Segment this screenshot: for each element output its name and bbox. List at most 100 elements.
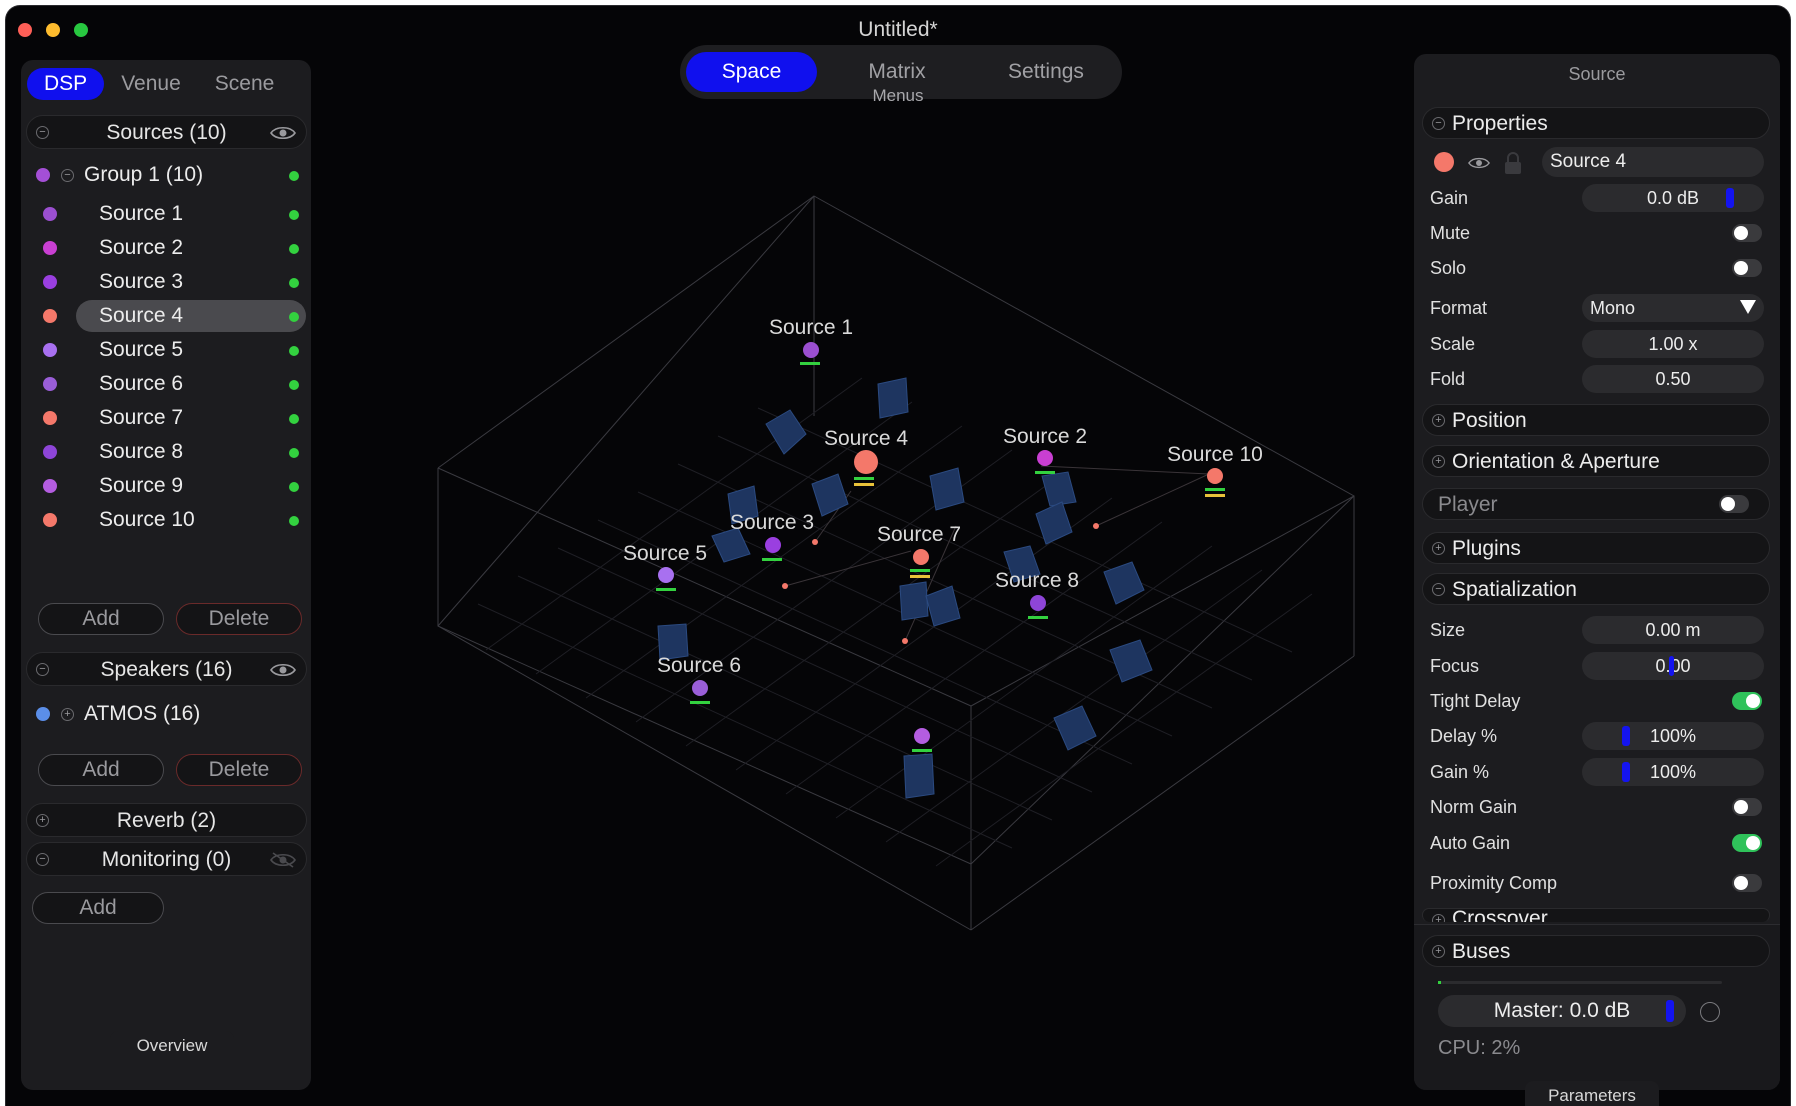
auto-gain-toggle[interactable]: [1732, 834, 1762, 852]
source-color-dot[interactable]: [43, 275, 57, 289]
eye-off-icon[interactable]: [270, 852, 296, 868]
buses-header[interactable]: + Buses: [1422, 935, 1770, 967]
properties-header[interactable]: − Properties: [1422, 107, 1770, 139]
source-row[interactable]: Source 4: [21, 299, 311, 333]
source-color-dot[interactable]: [43, 377, 57, 391]
source-color-dot[interactable]: [43, 479, 57, 493]
tab-venue[interactable]: Venue: [104, 68, 198, 100]
position-header[interactable]: + Position: [1422, 404, 1770, 436]
source-color-dot[interactable]: [43, 513, 57, 527]
source-9-marker[interactable]: [912, 728, 932, 752]
source-color-dot[interactable]: [43, 445, 57, 459]
size-field[interactable]: 0.00 m: [1582, 616, 1764, 644]
delay-pct-field[interactable]: 100%: [1582, 722, 1764, 750]
norm-gain-toggle[interactable]: [1732, 798, 1762, 816]
source-1-marker[interactable]: Source 1: [769, 316, 853, 365]
source-color-dot[interactable]: [43, 343, 57, 357]
focus-slider-handle[interactable]: [1669, 656, 1674, 676]
expand-icon[interactable]: +: [1432, 542, 1445, 555]
source-color-dot[interactable]: [43, 241, 57, 255]
expand-icon[interactable]: +: [1432, 414, 1445, 427]
source-6-marker[interactable]: Source 6: [657, 654, 741, 704]
svg-text:Source 7: Source 7: [877, 523, 961, 546]
source-row[interactable]: Source 3: [21, 265, 311, 299]
add-source-button[interactable]: Add: [38, 603, 164, 635]
add-monitoring-button[interactable]: Add: [32, 892, 164, 924]
source-color-swatch[interactable]: [1434, 152, 1454, 172]
crossover-header[interactable]: + Crossover: [1422, 908, 1770, 922]
source-row[interactable]: Source 2: [21, 231, 311, 265]
collapse-icon[interactable]: −: [1432, 583, 1445, 596]
spatialization-header[interactable]: − Spatialization: [1422, 573, 1770, 605]
svg-text:Source 3: Source 3: [730, 511, 814, 534]
solo-toggle[interactable]: [1732, 259, 1762, 277]
tight-delay-row: Tight Delay: [1414, 685, 1780, 717]
focus-field[interactable]: 0.00: [1582, 652, 1764, 680]
format-select[interactable]: Mono: [1582, 294, 1764, 322]
orientation-header[interactable]: + Orientation & Aperture: [1422, 445, 1770, 477]
delay-slider-handle[interactable]: [1622, 726, 1630, 746]
source-row[interactable]: Source 7: [21, 401, 311, 435]
gain-field[interactable]: 0.0 dB: [1582, 184, 1764, 212]
source-10-marker[interactable]: Source 10: [1167, 443, 1263, 497]
bus-level-meter: [1438, 981, 1722, 984]
mute-toggle[interactable]: [1732, 224, 1762, 242]
source-row[interactable]: Source 5: [21, 333, 311, 367]
scale-field[interactable]: 1.00 x: [1582, 330, 1764, 358]
source-color-dot[interactable]: [43, 207, 57, 221]
group-row[interactable]: − Group 1 (10): [21, 158, 311, 192]
tab-scene[interactable]: Scene: [198, 68, 292, 100]
delay-pct-row: Delay % 100%: [1414, 720, 1780, 752]
source-row[interactable]: Source 1: [21, 197, 311, 231]
group-color-dot[interactable]: [36, 168, 50, 182]
source-row[interactable]: Source 8: [21, 435, 311, 469]
delete-speaker-button[interactable]: Delete: [176, 754, 302, 786]
eye-icon[interactable]: [1468, 156, 1490, 170]
master-record-button[interactable]: [1700, 1002, 1720, 1022]
expand-icon[interactable]: +: [1432, 455, 1445, 468]
sources-header[interactable]: − Sources (10): [26, 115, 307, 149]
player-toggle[interactable]: [1719, 495, 1749, 513]
collapse-icon[interactable]: −: [61, 169, 74, 182]
source-row[interactable]: Source 9: [21, 469, 311, 503]
source-7-marker[interactable]: Source 7: [877, 523, 961, 578]
add-speaker-button[interactable]: Add: [38, 754, 164, 786]
tab-dsp[interactable]: DSP: [27, 68, 105, 100]
svg-text:Source 5: Source 5: [623, 542, 707, 565]
gain-pct-field[interactable]: 100%: [1582, 758, 1764, 786]
fold-field[interactable]: 0.50: [1582, 365, 1764, 393]
tight-delay-toggle[interactable]: [1732, 692, 1762, 710]
status-indicator: [289, 482, 299, 492]
reverb-header[interactable]: + Reverb (2): [26, 803, 307, 837]
gain-slider-handle[interactable]: [1726, 188, 1734, 208]
source-name-input[interactable]: Source 4: [1542, 147, 1764, 177]
collapse-icon[interactable]: −: [1432, 117, 1445, 130]
atmos-color-dot[interactable]: [36, 707, 50, 721]
source-row[interactable]: Source 10: [21, 503, 311, 537]
lock-icon[interactable]: [1502, 151, 1524, 175]
sources-title: Sources (10): [106, 121, 227, 144]
expand-icon[interactable]: +: [61, 708, 74, 721]
proximity-comp-toggle[interactable]: [1732, 874, 1762, 892]
group-label: Group 1 (10): [84, 163, 204, 186]
source-color-dot[interactable]: [43, 309, 57, 323]
expand-icon[interactable]: +: [1432, 945, 1445, 958]
master-gain-field[interactable]: Master: 0.0 dB: [1438, 995, 1686, 1027]
player-header[interactable]: Player: [1422, 488, 1770, 520]
source-row[interactable]: Source 6: [21, 367, 311, 401]
expand-icon[interactable]: +: [1432, 914, 1445, 922]
atmos-row[interactable]: + ATMOS (16): [21, 697, 311, 731]
source-8-marker[interactable]: Source 8: [995, 569, 1079, 619]
fold-row: Fold 0.50: [1414, 363, 1780, 395]
gain-pct-slider-handle[interactable]: [1622, 762, 1630, 782]
delete-source-button[interactable]: Delete: [176, 603, 302, 635]
monitoring-header[interactable]: − Monitoring (0): [26, 842, 307, 876]
eye-icon[interactable]: [270, 125, 296, 141]
master-slider-handle[interactable]: [1666, 1000, 1674, 1022]
eye-icon[interactable]: [270, 662, 296, 678]
plugins-header[interactable]: + Plugins: [1422, 532, 1770, 564]
source-color-dot[interactable]: [43, 411, 57, 425]
scale-row: Scale 1.00 x: [1414, 328, 1780, 360]
speakers-header[interactable]: − Speakers (16): [26, 652, 307, 686]
status-indicator: [289, 380, 299, 390]
